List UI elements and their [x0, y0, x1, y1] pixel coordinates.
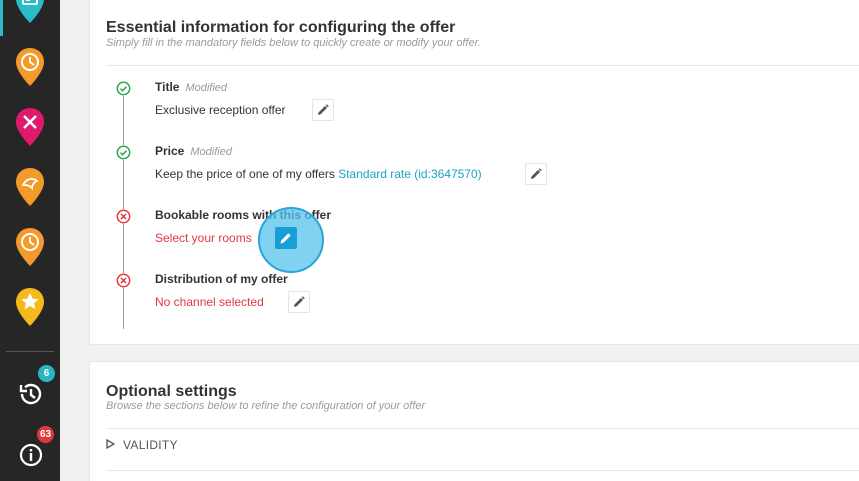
- error-circle-icon: [116, 209, 131, 224]
- info-badge: 63: [37, 426, 55, 443]
- history-badge: 6: [38, 365, 55, 382]
- validity-section-toggle[interactable]: VALIDITY: [106, 438, 178, 452]
- step-price-title: Price Modified: [155, 144, 232, 158]
- restaurant-pin-icon[interactable]: [14, 107, 46, 147]
- pencil-icon: [318, 104, 329, 115]
- title-value: Exclusive reception offer: [155, 103, 286, 117]
- edit-distribution-button[interactable]: [288, 291, 310, 313]
- info-icon[interactable]: [17, 441, 45, 469]
- card-subtitle: Simply fill in the mandatory fields belo…: [106, 37, 481, 49]
- active-indicator: [0, 0, 3, 36]
- modified-tag: Modified: [185, 82, 228, 94]
- clock-pin-icon[interactable]: [14, 227, 46, 267]
- standard-rate-link[interactable]: Standard rate (id:3647570): [338, 167, 481, 181]
- modified-tag: Modified: [190, 146, 232, 158]
- validity-label: VALIDITY: [123, 438, 178, 452]
- optional-settings-card: Optional settings Browse the sections be…: [89, 361, 859, 481]
- optional-title: Optional settings: [106, 383, 237, 400]
- card-title: Essential information for configuring th…: [106, 19, 456, 36]
- caret-right-icon: [106, 438, 116, 452]
- card-separator: [106, 65, 859, 66]
- sidebar: 6 63: [0, 0, 60, 481]
- pencil-icon: [531, 168, 542, 179]
- optional-subtitle: Browse the sections below to refine the …: [106, 400, 426, 412]
- rooms-value: Select your rooms: [155, 231, 252, 245]
- check-circle-icon: [116, 145, 131, 160]
- essential-info-card: Essential information for configuring th…: [89, 0, 859, 345]
- bed-pin-icon[interactable]: [14, 0, 46, 24]
- step-title-title: Title Modified: [155, 80, 228, 94]
- history-icon[interactable]: [17, 380, 45, 408]
- optional-separator: [106, 428, 859, 429]
- error-circle-icon: [116, 273, 131, 288]
- clock-pin-icon[interactable]: [14, 47, 46, 87]
- sidebar-divider: [6, 351, 54, 352]
- spa-pin-icon[interactable]: [14, 167, 46, 207]
- edit-price-button[interactable]: [525, 163, 547, 185]
- price-value: Keep the price of one of my offers Stand…: [155, 167, 482, 181]
- edit-title-button[interactable]: [312, 99, 334, 121]
- step-distribution-title: Distribution of my offer: [155, 272, 288, 286]
- star-pin-icon[interactable]: [14, 287, 46, 327]
- pencil-icon: [280, 233, 291, 244]
- optional-separator: [106, 470, 859, 471]
- check-circle-icon: [116, 81, 131, 96]
- edit-rooms-button[interactable]: [275, 227, 297, 249]
- distribution-value: No channel selected: [155, 295, 264, 309]
- pencil-icon: [294, 296, 305, 307]
